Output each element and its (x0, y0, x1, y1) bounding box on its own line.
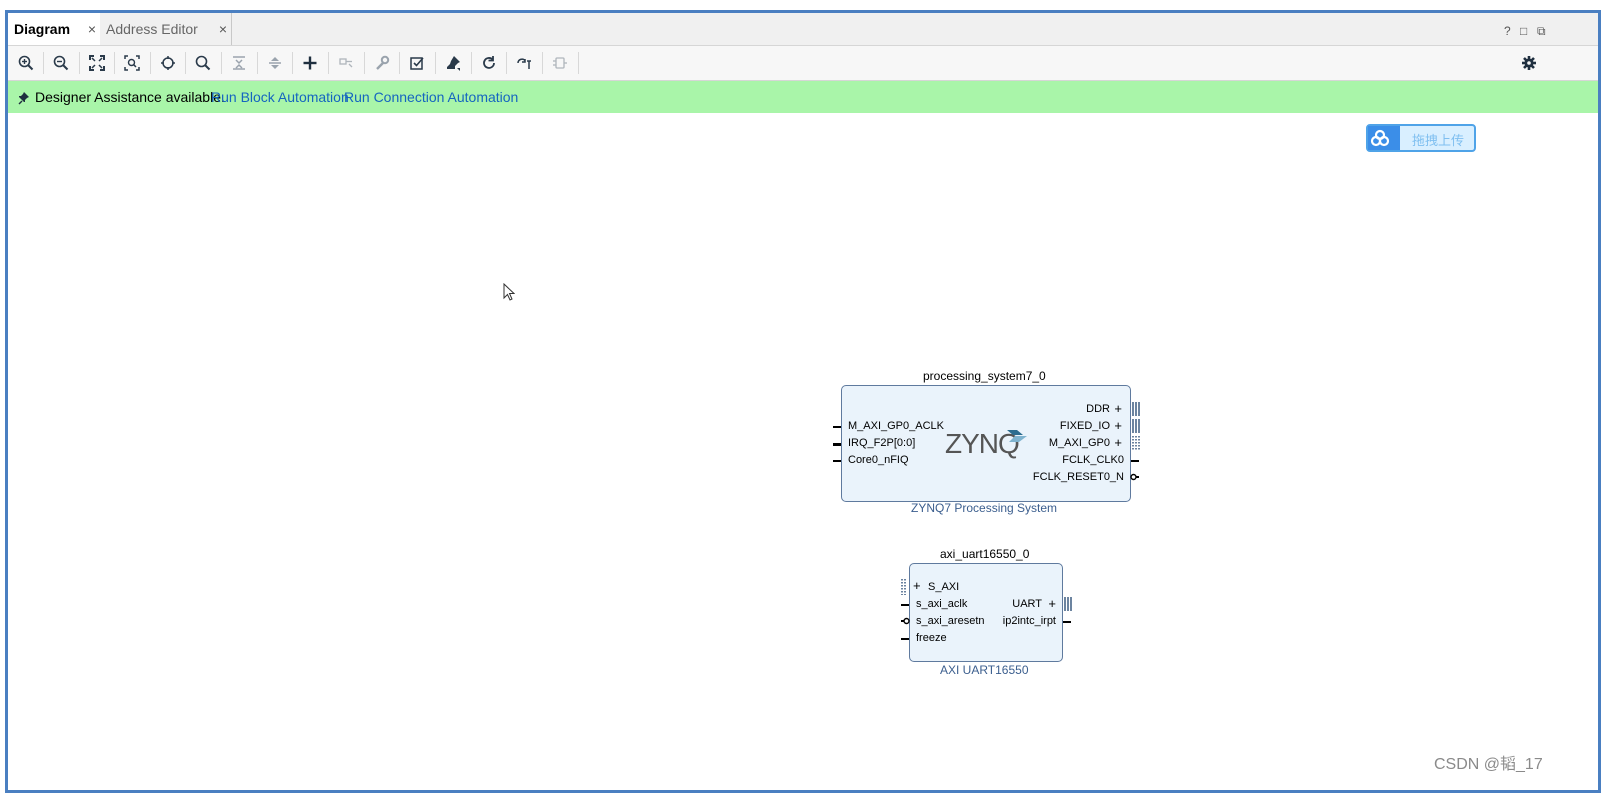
port-freeze[interactable]: freeze (916, 632, 947, 645)
close-icon[interactable]: × (88, 13, 96, 45)
port-m-axi-gp0-aclk[interactable]: M_AXI_GP0_ACLK (848, 420, 944, 433)
collapse-all-icon[interactable] (226, 50, 252, 76)
port-pin (901, 604, 909, 606)
uart-instance-name: axi_uart16550_0 (940, 547, 1030, 561)
bus-interface-icon (1132, 419, 1140, 433)
port-s-axi-aresetn[interactable]: s_axi_aresetn (916, 615, 985, 628)
expand-plus-icon[interactable]: + (1048, 597, 1056, 610)
port-ddr[interactable]: DDR (1086, 403, 1110, 416)
expand-plus-icon[interactable]: + (913, 579, 921, 592)
expand-all-icon[interactable] (262, 50, 288, 76)
tab-address-editor-label: Address Editor (106, 21, 198, 37)
mouse-cursor-icon (503, 282, 516, 304)
pin-icon[interactable] (440, 50, 466, 76)
close-icon[interactable]: × (219, 13, 227, 45)
run-connection-automation-link[interactable]: Run Connection Automation (344, 81, 518, 113)
fit-view-icon[interactable] (84, 50, 110, 76)
uart-ip-name: AXI UART16550 (940, 663, 1029, 677)
bus-interface-icon (1064, 597, 1072, 611)
make-connection-icon[interactable] (333, 50, 359, 76)
port-fixed-io[interactable]: FIXED_IO (1060, 420, 1110, 433)
zoom-in-icon[interactable] (13, 50, 39, 76)
bus-interface-icon (1132, 402, 1140, 416)
tab-diagram-label: Diagram (14, 21, 71, 37)
run-block-automation-link[interactable]: Run Block Automation (211, 81, 349, 113)
validate-design-icon[interactable] (404, 50, 430, 76)
cloud-logo-icon (1368, 126, 1400, 150)
zoom-out-icon[interactable] (48, 50, 74, 76)
optimize-routing-icon[interactable] (511, 50, 537, 76)
zynq-ps7-block[interactable]: M_AXI_GP0_ACLK IRQ_F2P[0:0] Core0_nFIQ Z… (833, 385, 1140, 502)
active-low-pin-icon (901, 617, 910, 625)
maximize-icon[interactable]: □ (1520, 13, 1527, 45)
regenerate-layout-icon[interactable] (476, 50, 502, 76)
port-pin (833, 460, 841, 462)
upload-button[interactable]: 拖拽上传 (1366, 124, 1476, 152)
expand-plus-icon[interactable]: + (1114, 436, 1122, 449)
port-s-axi-aclk[interactable]: s_axi_aclk (916, 598, 967, 611)
add-module-icon[interactable] (547, 50, 573, 76)
tab-address-editor[interactable]: Address Editor × (100, 13, 232, 45)
watermark: CSDN @韬_17 (1434, 756, 1543, 773)
tab-bar: Diagram × Address Editor × ? □ ⧉ (8, 13, 1598, 46)
axi-slave-interface-icon (901, 579, 906, 595)
properties-icon[interactable] (369, 50, 395, 76)
port-core0-nfiq[interactable]: Core0_nFIQ (848, 454, 909, 467)
port-uart[interactable]: UART (1012, 598, 1042, 611)
diagram-window: Diagram × Address Editor × ? □ ⧉ Designe… (5, 10, 1601, 793)
port-pin (1131, 460, 1139, 462)
search-icon[interactable] (190, 50, 216, 76)
banner-message: Designer Assistance available. (35, 89, 225, 105)
gear-icon[interactable] (1516, 50, 1542, 76)
expand-plus-icon[interactable]: + (1114, 419, 1122, 432)
pin-icon (18, 81, 30, 113)
port-fclk-reset0-n[interactable]: FCLK_RESET0_N (1033, 471, 1124, 484)
auto-connect-icon[interactable] (155, 50, 181, 76)
restore-icon[interactable]: ⧉ (1537, 13, 1546, 45)
port-fclk-clk0[interactable]: FCLK_CLK0 (1062, 454, 1124, 467)
port-irq-f2p[interactable]: IRQ_F2P[0:0] (848, 437, 915, 450)
ps7-instance-name: processing_system7_0 (923, 369, 1046, 383)
zynq-logo-mark-icon (1007, 430, 1027, 442)
tab-diagram[interactable]: Diagram × (8, 13, 100, 45)
active-low-pin-icon (1130, 473, 1139, 481)
add-ip-icon[interactable] (297, 50, 323, 76)
upload-label: 拖拽上传 (1412, 133, 1465, 148)
ps7-ip-name: ZYNQ7 Processing System (911, 501, 1058, 515)
axi-uart16550-block[interactable]: + S_AXI s_axi_aclk s_axi_aresetn freeze … (901, 563, 1072, 662)
axi-master-interface-icon (1132, 436, 1140, 450)
zoom-fit-selection-icon[interactable] (119, 50, 145, 76)
port-pin (1063, 621, 1071, 623)
port-pin (833, 443, 841, 446)
port-s-axi[interactable]: S_AXI (928, 581, 959, 594)
expand-plus-icon[interactable]: + (1114, 402, 1122, 415)
port-pin (901, 638, 909, 640)
designer-assistance-banner: Designer Assistance available. Run Block… (8, 81, 1598, 113)
help-icon[interactable]: ? (1504, 13, 1511, 45)
diagram-toolbar (8, 46, 1598, 81)
port-pin (833, 426, 841, 428)
port-m-axi-gp0[interactable]: M_AXI_GP0 (1049, 437, 1110, 450)
port-ip2intc-irpt[interactable]: ip2intc_irpt (1003, 615, 1056, 628)
